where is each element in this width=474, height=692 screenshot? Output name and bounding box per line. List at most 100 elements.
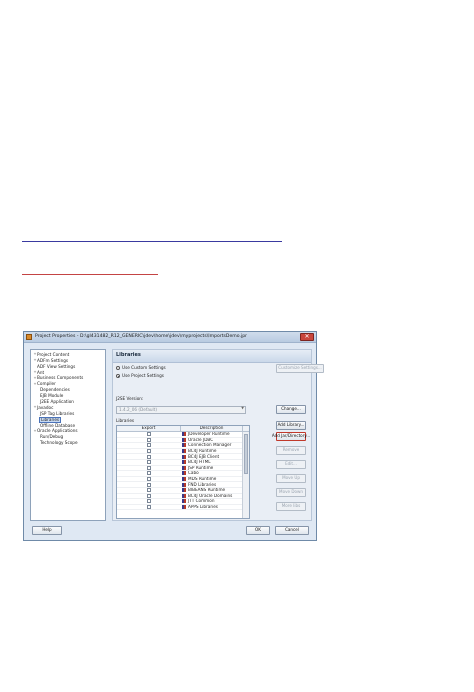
customize-settings-button[interactable]: Customize Settings... xyxy=(276,364,324,373)
change-button[interactable]: Change... xyxy=(276,405,306,414)
more-libs-button[interactable]: More libs xyxy=(276,502,306,511)
description-cell: MDS Runtime xyxy=(181,477,243,482)
export-column-header[interactable]: Export xyxy=(117,426,181,431)
tree-item-label: Compiler xyxy=(37,381,56,387)
export-cell xyxy=(117,482,181,487)
description-cell: FND Libraries xyxy=(181,482,243,487)
description-cell: APPS Libraries xyxy=(181,505,243,510)
export-cell xyxy=(117,477,181,482)
table-row[interactable]: APPS Libraries xyxy=(117,505,249,511)
chevron-down-icon: ▼ xyxy=(241,406,244,410)
export-cell xyxy=(117,432,181,437)
library-icon xyxy=(182,471,186,476)
use-custom-settings-radio[interactable]: Use Custom Settings xyxy=(116,365,166,371)
library-icon xyxy=(182,454,186,459)
export-cell xyxy=(117,493,181,499)
description-cell: JSP Runtime xyxy=(181,466,243,471)
ok-button[interactable]: OK xyxy=(246,526,270,535)
export-checkbox[interactable] xyxy=(147,432,151,437)
category-tree[interactable]: + Project Content + ADFm Settings ADF View S… xyxy=(30,349,106,521)
export-cell xyxy=(117,454,181,459)
use-custom-settings-label: Use Custom Settings xyxy=(122,365,166,370)
libraries-label: Libraries xyxy=(116,418,135,423)
export-checkbox[interactable] xyxy=(147,482,151,487)
tree-item-label: Ant xyxy=(37,369,45,375)
description-cell: JDeveloper Runtime xyxy=(181,432,243,437)
use-project-settings-radio[interactable]: Use Project Settings xyxy=(116,373,164,379)
libraries-table-body: JDeveloper Runtime Oracle JDBC Connection … xyxy=(117,432,249,511)
library-icon xyxy=(182,443,186,448)
remove-button[interactable]: Remove xyxy=(276,446,306,455)
description-cell: Oracle JDBC xyxy=(181,438,243,443)
export-checkbox[interactable] xyxy=(147,460,151,465)
library-icon xyxy=(182,499,186,504)
export-checkbox[interactable] xyxy=(147,493,151,498)
scrollbar-thumb[interactable] xyxy=(244,434,248,474)
tree-item[interactable]: Technology Scope xyxy=(31,440,105,446)
j2se-version-label: J2SE Version: xyxy=(116,396,144,401)
export-checkbox[interactable] xyxy=(147,437,151,442)
library-icon xyxy=(182,465,186,470)
radio-on-icon xyxy=(116,374,120,379)
j2se-version-field[interactable]: 1.4.2_06 (Default) ▼ xyxy=(116,406,246,414)
library-icon xyxy=(182,437,186,442)
export-checkbox[interactable] xyxy=(147,499,151,504)
library-icon xyxy=(182,493,186,498)
tree-item-label: Dependencies xyxy=(40,387,70,393)
description-cell: BC4J HTML xyxy=(181,460,243,465)
export-checkbox[interactable] xyxy=(147,454,151,459)
export-checkbox[interactable] xyxy=(147,449,151,454)
close-button[interactable]: ✕ xyxy=(300,333,314,341)
vertical-scrollbar[interactable] xyxy=(242,432,249,518)
dialog-titlebar[interactable]: Project Properties - D:\gl431482_R12_GEN… xyxy=(24,332,316,343)
move-up-button[interactable]: Move Up xyxy=(276,474,306,483)
library-name: BC4J Runtime xyxy=(188,448,217,453)
export-checkbox[interactable] xyxy=(147,465,151,470)
edit-button[interactable]: Edit... xyxy=(276,460,306,469)
library-name: BIBEANS Runtime xyxy=(188,487,226,493)
library-name: MDS Runtime xyxy=(188,476,217,481)
cancel-button[interactable]: Cancel xyxy=(275,526,309,535)
tree-item-label: Offline Database xyxy=(40,422,76,428)
library-name: BC4J Oracle Domains xyxy=(188,493,233,498)
move-down-button[interactable]: Move Down xyxy=(276,488,306,497)
tree-item-label: ADFm Settings xyxy=(37,357,69,363)
export-checkbox[interactable] xyxy=(147,471,151,476)
export-checkbox[interactable] xyxy=(147,443,151,448)
library-icon xyxy=(182,432,186,437)
add-library-button[interactable]: Add Library... xyxy=(276,421,306,430)
export-checkbox[interactable] xyxy=(147,505,151,510)
tree-item-label: EJB Module xyxy=(40,393,64,399)
description-cell: Connection Manager xyxy=(181,443,243,448)
export-checkbox[interactable] xyxy=(147,477,151,482)
tree-item-label: Run/Debug xyxy=(40,434,64,440)
help-button[interactable]: Help xyxy=(32,526,62,535)
tree-item-label: Project Content xyxy=(37,351,70,357)
description-column-header[interactable]: Description xyxy=(181,426,243,431)
description-cell: BC4J EJB Client xyxy=(181,454,243,459)
description-cell: BIBEANS Runtime xyxy=(181,488,243,493)
description-cell: JTT Common xyxy=(181,499,243,504)
export-cell xyxy=(117,465,181,471)
library-name: BC4J HTML xyxy=(188,459,211,465)
libraries-table[interactable]: Export Description JDeveloper Runtime Ora… xyxy=(116,425,250,519)
library-name: Oracle JDBC xyxy=(188,437,214,442)
description-cell: BC4J Oracle Domains xyxy=(181,494,243,499)
library-name: JSP Runtime xyxy=(188,465,214,470)
tree-item-label: Business Components xyxy=(37,375,84,381)
export-cell xyxy=(117,499,181,504)
export-cell xyxy=(117,471,181,476)
library-icon xyxy=(182,460,186,465)
add-jar-directory-button[interactable]: Add Jar/Directory... xyxy=(272,432,310,441)
tree-item-label: Oracle Applications xyxy=(37,428,78,434)
library-icon xyxy=(182,482,186,487)
tree-item-label: J2EE Application xyxy=(40,398,74,404)
link-underline-blue xyxy=(22,241,282,242)
export-checkbox[interactable] xyxy=(147,488,151,493)
export-cell xyxy=(117,460,181,465)
libraries-panel: Libraries Use Custom Settings Use Projec… xyxy=(112,349,324,521)
panel-title: Libraries xyxy=(113,350,311,363)
project-properties-dialog: Project Properties - D:\gl431482_R12_GEN… xyxy=(23,331,324,541)
export-cell xyxy=(117,449,181,454)
radio-off-icon xyxy=(116,366,120,371)
